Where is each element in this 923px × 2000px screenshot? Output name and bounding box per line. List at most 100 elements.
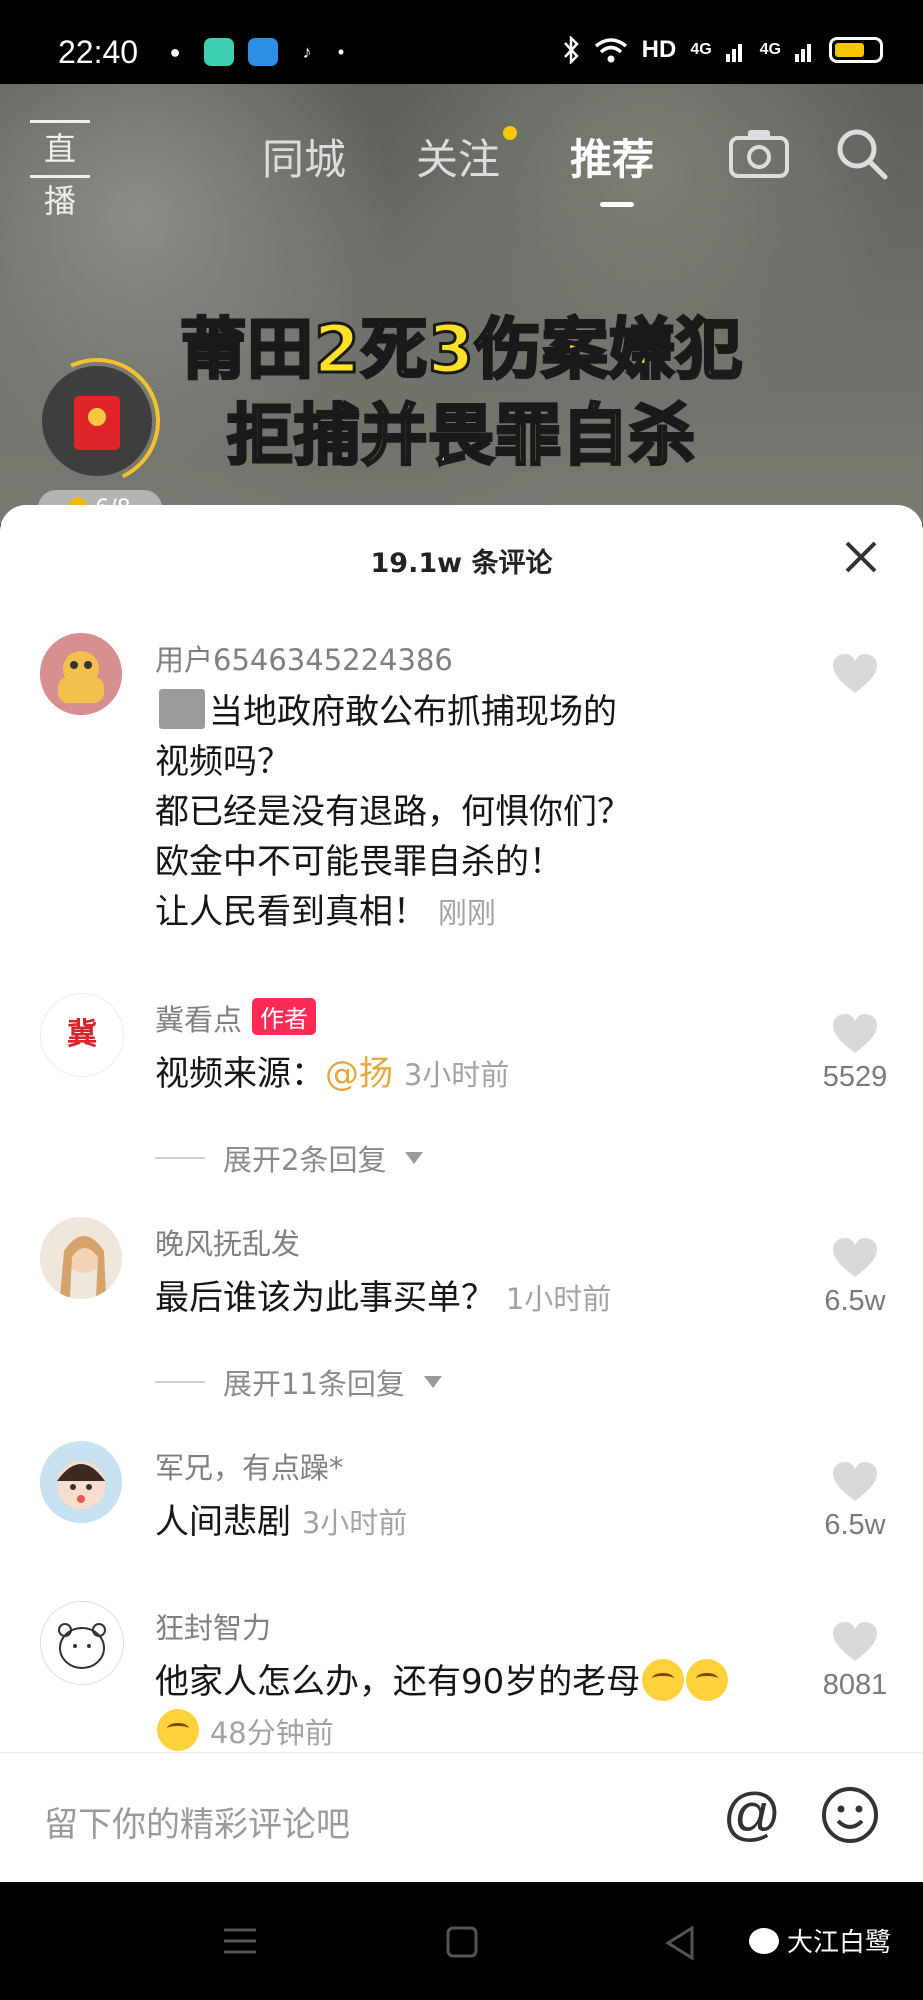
network-label: HD xyxy=(641,36,677,63)
comment-input-bar: 留下你的精彩评论吧 @ xyxy=(0,1752,923,1883)
pleading-emoji-icon xyxy=(686,1659,729,1701)
comment-text: 当地政府敢公布抓捕现场的 视频吗？ 都已经是没有退路，何惧你们？ 欧金中不可能畏… xyxy=(155,687,815,938)
expand-label: 展开2条回复 xyxy=(223,1143,387,1177)
signal-label-1: 4G xyxy=(690,41,712,58)
bluetooth-icon xyxy=(563,36,579,64)
portrait-avatar-icon xyxy=(40,1217,122,1299)
search-icon[interactable] xyxy=(834,126,890,182)
censor-block xyxy=(159,689,205,729)
like-count: 6.5w xyxy=(824,1509,886,1541)
wechat-icon xyxy=(748,1927,779,1954)
app-icon-blue xyxy=(248,38,278,66)
author-badge: 作者 xyxy=(252,998,317,1035)
username-text: 冀看点 xyxy=(155,1003,243,1037)
comment-line: 视频吗？ xyxy=(155,742,291,782)
chevron-down-icon xyxy=(423,1376,442,1388)
like-button[interactable]: 8081 xyxy=(815,1621,895,1702)
comment-line: 都已经是没有退路，何惧你们？ xyxy=(155,792,631,832)
comment-line: 当地政府敢公布抓捕现场的 xyxy=(209,692,617,732)
comment-time: 48分钟前 xyxy=(209,1716,334,1750)
avatar[interactable]: 冀 xyxy=(40,993,124,1077)
comment-text: 最后谁该为此事买单？ 1小时前 xyxy=(155,1273,815,1324)
mention-link[interactable]: @扬 xyxy=(325,1054,393,1094)
like-count: 5529 xyxy=(822,1061,888,1093)
comment-count-title: 19.1w 条评论 xyxy=(370,548,553,579)
expand-label: 展开11条回复 xyxy=(223,1367,405,1401)
comment-line: 他家人怎么办，还有90岁的老母 xyxy=(155,1662,641,1702)
like-count: 6.5w xyxy=(824,1285,886,1317)
watermark: 大江白鹭 xyxy=(748,1922,891,1959)
status-time: 22:40 xyxy=(58,34,139,70)
comment-time: 刚刚 xyxy=(437,896,496,930)
signal-icon-2 xyxy=(795,44,811,62)
wifi-icon xyxy=(594,38,627,63)
comment-username[interactable]: 狂封智力 xyxy=(155,1605,271,1647)
live-button[interactable]: 直播 xyxy=(30,120,90,220)
pleading-emoji-icon xyxy=(642,1659,685,1701)
mention-button[interactable]: @ xyxy=(718,1781,786,1849)
like-count: 8081 xyxy=(822,1669,888,1701)
avatar[interactable] xyxy=(40,1441,122,1523)
duck-avatar-icon xyxy=(40,633,122,715)
comment-text: 视频来源：@扬 3小时前 xyxy=(155,1049,815,1100)
comment-username[interactable]: 冀看点 作者 xyxy=(155,997,317,1039)
expand-replies-button[interactable]: 展开11条回复 xyxy=(155,1361,443,1403)
home-icon[interactable] xyxy=(446,1926,478,1958)
heart-icon xyxy=(833,1238,877,1277)
menu-icon[interactable] xyxy=(222,1926,258,1956)
sketch-bear-avatar-icon xyxy=(41,1602,123,1684)
tab-following[interactable]: 关注 xyxy=(416,126,500,187)
system-nav-bar: 大江白鹭 xyxy=(0,1882,923,2000)
comment-line: 欧金中不可能畏罪自杀的！ xyxy=(155,842,563,882)
back-icon[interactable] xyxy=(664,1926,696,1960)
heart-icon xyxy=(833,654,877,693)
close-icon[interactable] xyxy=(841,537,881,577)
comment-input[interactable]: 留下你的精彩评论吧 xyxy=(44,1797,350,1846)
emoji-icon[interactable] xyxy=(820,1785,880,1845)
comment-username[interactable]: 军兄，有点躁* xyxy=(155,1445,344,1487)
avatar[interactable] xyxy=(40,633,122,715)
author-logo-icon: 冀 xyxy=(67,1017,97,1052)
divider xyxy=(155,1157,205,1159)
tab-recommend[interactable]: 推荐 xyxy=(570,126,654,187)
tab-local[interactable]: 同城 xyxy=(262,126,346,187)
like-button[interactable]: 6.5w xyxy=(815,1461,895,1542)
notification-icons: ● ♪ • xyxy=(160,38,346,66)
like-button[interactable]: 6.5w xyxy=(815,1237,895,1318)
active-tab-indicator xyxy=(600,202,634,207)
expand-replies-button[interactable]: 展开2条回复 xyxy=(155,1137,424,1179)
top-nav: 直播 同城 关注 推荐 xyxy=(0,84,923,220)
comment-username[interactable]: 晚风抚乱发 xyxy=(155,1221,300,1263)
following-dot-badge xyxy=(503,126,517,140)
comment-username[interactable]: 用户6546345224386 xyxy=(155,637,453,679)
signal-label-2: 4G xyxy=(759,41,781,58)
heart-icon xyxy=(833,1014,877,1053)
comment-line: 最后谁该为此事买单？ xyxy=(155,1278,495,1318)
heart-icon xyxy=(833,1622,877,1661)
status-right: HD 4G 4G xyxy=(562,36,883,64)
like-button[interactable] xyxy=(815,653,895,701)
battery-icon xyxy=(829,37,883,63)
avatar[interactable] xyxy=(40,1601,124,1685)
status-bar: 22:40 ● ♪ • HD 4G 4G xyxy=(0,0,923,84)
tiktok-icon: ♪ xyxy=(302,42,312,62)
red-envelope-icon xyxy=(74,396,120,450)
like-button[interactable]: 5529 xyxy=(815,1013,895,1094)
heart-icon xyxy=(833,1462,877,1501)
comment-text: 人间悲剧 3小时前 xyxy=(155,1497,815,1548)
pleading-emoji-icon xyxy=(157,1709,199,1751)
wechat-icon: ● xyxy=(169,42,181,62)
camera-icon[interactable] xyxy=(728,126,790,180)
comment-time: 3小时前 xyxy=(403,1058,510,1092)
comment-line: 让人民看到真相！ xyxy=(155,892,427,932)
avatar[interactable] xyxy=(40,1217,122,1299)
comment-line: 人间悲剧 xyxy=(155,1502,291,1542)
signal-icon-1 xyxy=(725,44,742,62)
comment-time: 3小时前 xyxy=(301,1506,408,1540)
video-player[interactable]: 直播 同城 关注 推荐 莆田2死3伤案嫌犯 拒捕并畏罪自杀 xyxy=(0,84,923,524)
comment-time: 1小时前 xyxy=(505,1282,612,1316)
comment-text: 他家人怎么办，还有90岁的老母 48分钟前 xyxy=(155,1657,815,1758)
comment-sheet: 19.1w 条评论 用户6546345224386 当地政府敢公布抓捕现场的 视… xyxy=(0,505,923,1885)
baby-avatar-icon xyxy=(40,1441,122,1523)
comment-line: 视频来源： xyxy=(155,1054,325,1094)
